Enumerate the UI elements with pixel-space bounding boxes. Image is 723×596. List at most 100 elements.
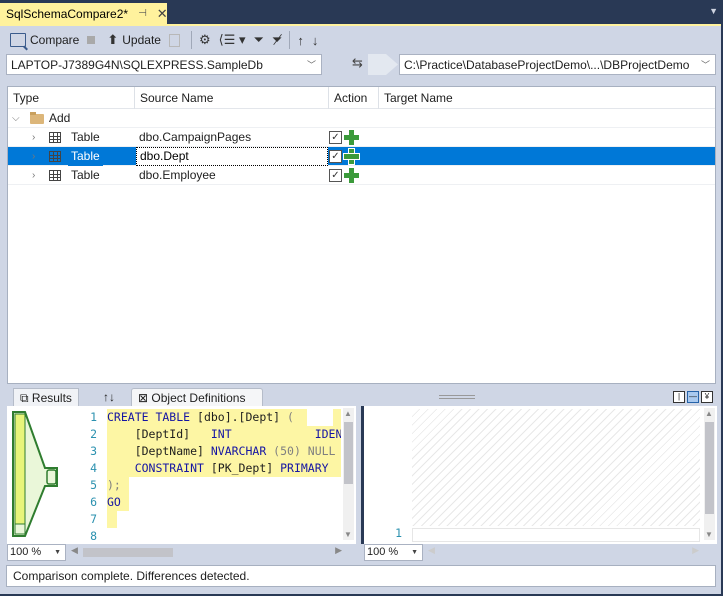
collapse-pane-icon[interactable]: ¥: [701, 391, 713, 403]
chevron-right-icon[interactable]: ›: [32, 147, 35, 166]
tab-object-definitions[interactable]: ⊠ Object Definitions: [131, 388, 263, 408]
update-button[interactable]: ⬆ Update: [103, 29, 165, 51]
source-definition-pane[interactable]: 1 2 3 4 5 6 7 8 CREATE TABLE [dbo].[Dept] ( [De…: [7, 406, 356, 544]
column-header-action[interactable]: Action: [329, 87, 379, 109]
column-header-target-name[interactable]: Target Name: [379, 87, 715, 109]
group-results-icon[interactable]: ⟨☰ ▾: [215, 32, 250, 48]
chevron-down-icon[interactable]: ﹀: [307, 58, 316, 71]
results-grid: Type Source Name Action Target Name ⌵ Ad…: [7, 86, 716, 384]
code-line: );: [107, 477, 129, 494]
horizontal-scrollbar[interactable]: ◀ ▶: [69, 544, 344, 561]
splitter-grip[interactable]: [439, 395, 475, 399]
line-number: 8: [90, 529, 97, 543]
scroll-up-icon[interactable]: ▲: [705, 409, 713, 418]
vertical-split-icon[interactable]: |: [673, 391, 685, 403]
target-zoom-bar: 100 % ▼ ◀ ▶: [364, 544, 716, 561]
chevron-down-icon[interactable]: ﹀: [701, 58, 710, 71]
document-tab-title: SqlSchemaCompare2*: [6, 6, 129, 21]
table-icon: [49, 151, 61, 162]
type-cell: Table: [71, 130, 100, 144]
scroll-down-icon[interactable]: ▼: [705, 530, 713, 539]
chevron-down-icon[interactable]: ⌵: [12, 109, 20, 128]
code-line: CREATE TABLE [dbo].[Dept] (: [107, 409, 341, 426]
pin-icon[interactable]: ⊣: [138, 8, 147, 19]
horizontal-split-icon[interactable]: —: [687, 391, 699, 403]
dropdown-arrow-icon: ▼: [411, 549, 418, 556]
close-icon[interactable]: ✕: [157, 6, 168, 22]
code-token: GO: [107, 495, 121, 509]
code-token: );: [107, 478, 121, 492]
status-bar: Comparison complete. Differences detecte…: [6, 565, 716, 587]
filter-icon[interactable]: ⏷: [250, 32, 268, 48]
table-row[interactable]: › Table dbo.CampaignPages ✓: [8, 128, 715, 147]
code-line: [DeptId] INT IDEN: [107, 426, 341, 443]
group-row-add[interactable]: ⌵ Add: [8, 109, 715, 128]
layout-buttons: | — ¥: [673, 391, 713, 403]
target-zoom-combobox[interactable]: 100 % ▼: [364, 544, 423, 561]
source-name-cell: dbo.Employee: [139, 168, 216, 182]
line-number: 6: [90, 495, 97, 509]
add-icon: [343, 148, 360, 165]
column-header-type[interactable]: Type: [8, 87, 135, 109]
add-icon: [344, 130, 359, 145]
scrollbar-thumb[interactable]: [705, 422, 714, 514]
document-tab[interactable]: SqlSchemaCompare2* ⊣ ✕: [0, 3, 168, 24]
code-line: [107, 511, 117, 528]
grid-header: Type Source Name Action Target Name: [8, 87, 715, 109]
scroll-right-icon[interactable]: ▶: [335, 545, 342, 556]
vertical-scrollbar[interactable]: ▲ ▼: [704, 408, 715, 540]
generate-script-icon: [168, 33, 180, 47]
column-header-source-name[interactable]: Source Name: [135, 87, 329, 109]
swap-area: ⇆: [330, 54, 398, 75]
table-row[interactable]: › Table dbo.Dept ✓: [8, 147, 715, 166]
horizontal-scrollbar[interactable]: ◀ ▶: [426, 544, 701, 561]
scrollbar-thumb[interactable]: [83, 548, 173, 557]
type-cell: Table: [68, 147, 103, 166]
stop-button[interactable]: [83, 29, 103, 51]
code-token: [DeptId]: [107, 427, 211, 441]
table-row[interactable]: › Table dbo.Employee ✓: [8, 166, 715, 185]
table-icon: [49, 132, 61, 143]
code-line: GO: [107, 494, 129, 511]
scroll-right-icon[interactable]: ▶: [692, 545, 699, 556]
diff-overview-map[interactable]: [9, 408, 64, 540]
source-zoom-combobox[interactable]: 100 % ▼: [7, 544, 66, 561]
scroll-left-icon[interactable]: ◀: [428, 545, 435, 556]
stop-icon: [87, 36, 96, 44]
tab-results[interactable]: ⧉ Results: [13, 388, 79, 408]
compare-button[interactable]: Compare: [6, 29, 83, 51]
add-icon: [344, 168, 359, 183]
scroll-up-icon[interactable]: ▲: [344, 409, 352, 418]
dropdown-arrow-icon: ▼: [54, 549, 61, 556]
target-combobox[interactable]: C:\Practice\DatabaseProjectDemo\...\DBPr…: [399, 54, 716, 75]
group-label: Add: [49, 111, 71, 125]
vertical-scrollbar[interactable]: ▲ ▼: [343, 408, 354, 540]
clear-filter-icon[interactable]: ⏷̸: [268, 32, 286, 48]
line-number-gutter: 1: [395, 526, 402, 540]
next-change-icon[interactable]: ↓: [308, 33, 323, 48]
action-checkbox[interactable]: ✓: [329, 150, 342, 163]
target-code-line[interactable]: [412, 528, 700, 542]
swap-source-target-icon[interactable]: ⇆: [352, 55, 363, 71]
tab-overflow-dropdown-icon[interactable]: ▼: [709, 6, 718, 16]
previous-change-icon[interactable]: ↑: [293, 33, 308, 48]
bottom-tab-strip: ⧉ Results ↑↓ ⊠ Object Definitions | — ¥: [7, 386, 716, 408]
scrollbar-thumb[interactable]: [344, 422, 353, 484]
chevron-right-icon[interactable]: ›: [32, 128, 35, 147]
code-token: INT IDEN: [210, 427, 341, 441]
action-checkbox[interactable]: ✓: [329, 169, 342, 182]
scroll-down-icon[interactable]: ▼: [344, 530, 352, 539]
chevron-right-icon[interactable]: ›: [32, 166, 35, 185]
action-checkbox[interactable]: ✓: [329, 131, 342, 144]
table-icon: [49, 170, 61, 181]
options-icon[interactable]: ⚙: [195, 32, 215, 48]
code-token: [dbo].[Dept]: [197, 410, 288, 424]
scroll-left-icon[interactable]: ◀: [71, 545, 78, 556]
zoom-value: 100 %: [10, 546, 42, 558]
tab-sort[interactable]: ↑↓: [97, 388, 121, 408]
source-combobox[interactable]: LAPTOP-J7389G4N\SQLEXPRESS.SampleDb ﹀: [6, 54, 322, 75]
source-code-editor[interactable]: CREATE TABLE [dbo].[Dept] ( [DeptId] INT…: [107, 409, 341, 545]
update-icon: ⬆: [107, 32, 119, 47]
target-definition-pane[interactable]: 1 ▲ ▼: [361, 406, 717, 544]
generate-script-button[interactable]: [165, 29, 188, 51]
